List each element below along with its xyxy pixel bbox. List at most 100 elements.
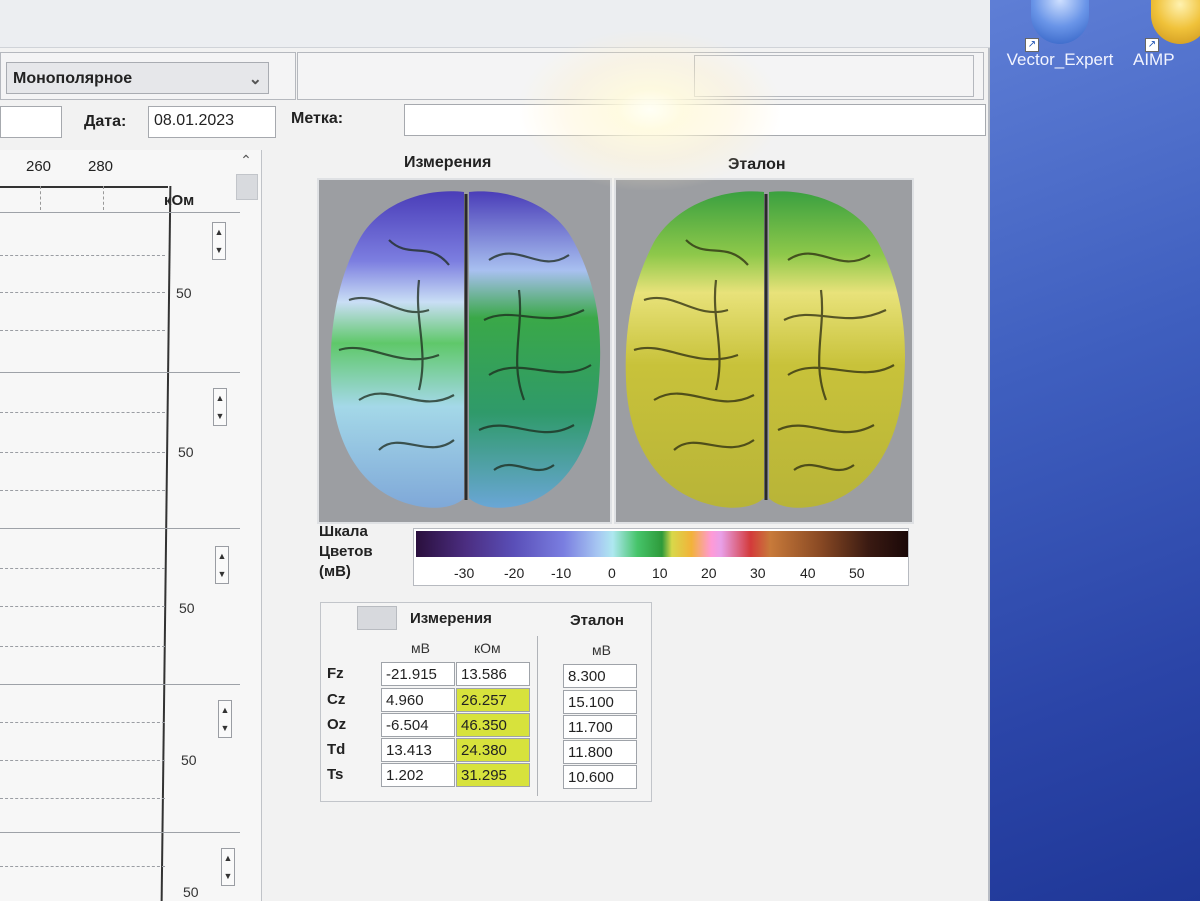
desktop-icon-label: AIMP — [1133, 50, 1175, 69]
desktop-icon-vector-expert[interactable]: ↗ Vector_Expert — [1005, 0, 1115, 70]
scale-tick-label: 0 — [608, 565, 616, 581]
app-window: Монополярное ⌄ Дата: 08.01.2023 Метка: 2… — [0, 0, 990, 901]
toolbar-inner-box — [694, 55, 974, 97]
reference-brain-map — [614, 178, 914, 524]
impedance-plot-panel: 260 280 кОм — [0, 150, 262, 901]
shortcut-arrow-icon: ↗ — [1025, 38, 1039, 52]
cell-measured-mv: 4.960 — [381, 688, 455, 712]
cell-reference-mv: 8.300 — [563, 664, 637, 688]
scale-label-line: (мВ) — [319, 563, 351, 580]
grid-dashed-line — [0, 292, 165, 293]
grid-dashed-line — [0, 760, 165, 761]
table-column-divider — [537, 636, 538, 796]
grid-dashed-line — [0, 722, 165, 723]
scale-tick-label: -20 — [504, 565, 525, 581]
row-spinner[interactable]: ▲ ▼ — [218, 700, 232, 738]
row-separator — [0, 372, 240, 373]
grid-dashed-line — [0, 452, 165, 453]
x-tick-label: 260 — [26, 158, 52, 175]
cell-reference-mv: 15.100 — [563, 690, 637, 714]
grid-dashed-line — [0, 330, 165, 331]
row-separator — [0, 684, 240, 685]
mode-select-value: Монополярное — [13, 70, 133, 87]
date-field[interactable]: 08.01.2023 — [148, 106, 276, 138]
table-menu-button[interactable] — [357, 606, 397, 630]
measured-brain-map — [317, 178, 612, 524]
date-label: Дата: — [84, 113, 127, 130]
cell-measured-mv: 1.202 — [381, 763, 455, 787]
cell-measured-mv: -6.504 — [381, 713, 455, 737]
row-value: 50 — [179, 600, 195, 616]
row-spinner[interactable]: ▲ ▼ — [212, 222, 226, 260]
cell-reference-mv: 10.600 — [563, 765, 637, 789]
left-field-input[interactable] — [0, 106, 62, 138]
mode-select[interactable]: Монополярное ⌄ — [6, 62, 269, 94]
row-separator — [0, 528, 240, 529]
grid-dashed-line — [0, 866, 165, 867]
grid-dashed-line — [0, 255, 165, 256]
cell-reference-mv: 11.800 — [563, 740, 637, 764]
x-axis-tick — [103, 186, 104, 210]
cell-measured-kohm: 24.380 — [456, 738, 530, 762]
scale-label-line: Цветов — [319, 543, 373, 560]
scroll-up-arrow-icon[interactable]: ⌃ — [237, 152, 255, 170]
unit-measured-kohm: кОм — [474, 640, 501, 656]
vector-expert-icon — [1031, 0, 1089, 44]
row-value: 50 — [178, 444, 194, 460]
grid-dashed-line — [0, 568, 165, 569]
measured-map-title: Измерения — [404, 154, 492, 171]
grid-dashed-line — [0, 798, 165, 799]
scale-tick-label: 10 — [652, 565, 668, 581]
grid-dashed-line — [0, 606, 165, 607]
table-row-label: Cz — [327, 691, 346, 708]
desktop-background: ↗ Vector_Expert ↗ AIMP — [965, 0, 1200, 901]
row-spinner[interactable]: ▲ ▼ — [213, 388, 227, 426]
scrollbar-thumb[interactable] — [236, 174, 258, 200]
x-axis-line — [0, 186, 168, 188]
scale-tick-label: 50 — [849, 565, 865, 581]
row-spinner[interactable]: ▲ ▼ — [221, 848, 235, 886]
cell-measured-kohm: 31.295 — [456, 763, 530, 787]
toolbar-group-right — [297, 52, 984, 100]
shortcut-arrow-icon: ↗ — [1145, 38, 1159, 52]
cell-measured-kohm: 26.257 — [456, 688, 530, 712]
mark-label: Метка: — [291, 110, 344, 127]
scale-tick-label: -10 — [551, 565, 572, 581]
table-header-reference: Эталон — [570, 612, 624, 629]
color-scale: -30 -20 -10 0 10 20 30 40 50 — [413, 528, 909, 586]
cell-measured-kohm: 13.586 — [456, 662, 530, 686]
scale-tick-label: 40 — [800, 565, 816, 581]
table-row-label: Fz — [327, 665, 344, 682]
measured-brain-image — [330, 191, 601, 508]
table-row-label: Td — [327, 741, 346, 758]
cell-measured-mv: -21.915 — [381, 662, 455, 686]
grid-dashed-line — [0, 412, 165, 413]
grid-dashed-line — [0, 646, 165, 647]
row-spinner[interactable]: ▲ ▼ — [215, 546, 229, 584]
scale-tick-label: 30 — [750, 565, 766, 581]
scale-tick-label: 20 — [701, 565, 717, 581]
row-value: 50 — [181, 752, 197, 768]
table-row-label: Ts — [327, 766, 344, 783]
cell-measured-kohm: 46.350 — [456, 713, 530, 737]
row-value: 50 — [176, 285, 192, 301]
cell-reference-mv: 11.700 — [563, 715, 637, 739]
unit-reference-mv: мВ — [592, 642, 611, 658]
scale-tick-label: -30 — [454, 565, 475, 581]
unit-measured-mv: мВ — [411, 640, 430, 656]
color-scale-label: Шкала Цветов (мВ) — [319, 522, 373, 582]
row-value: 50 — [183, 884, 199, 900]
chevron-down-icon: ⌄ — [248, 71, 262, 88]
cell-measured-mv: 13.413 — [381, 738, 455, 762]
mark-field[interactable] — [404, 104, 986, 136]
color-scale-bar — [416, 531, 908, 557]
window-top-strip — [0, 0, 990, 48]
desktop-icon-label: Vector_Expert — [1006, 50, 1114, 69]
grid-dashed-line — [0, 490, 165, 491]
x-tick-label: 280 — [88, 158, 114, 175]
table-header-measured: Измерения — [410, 610, 492, 627]
scale-label-line: Шкала — [319, 523, 368, 540]
desktop-icon-aimp[interactable]: ↗ AIMP — [1125, 0, 1200, 70]
row-separator — [0, 212, 240, 213]
reference-map-title: Эталон — [728, 156, 786, 173]
